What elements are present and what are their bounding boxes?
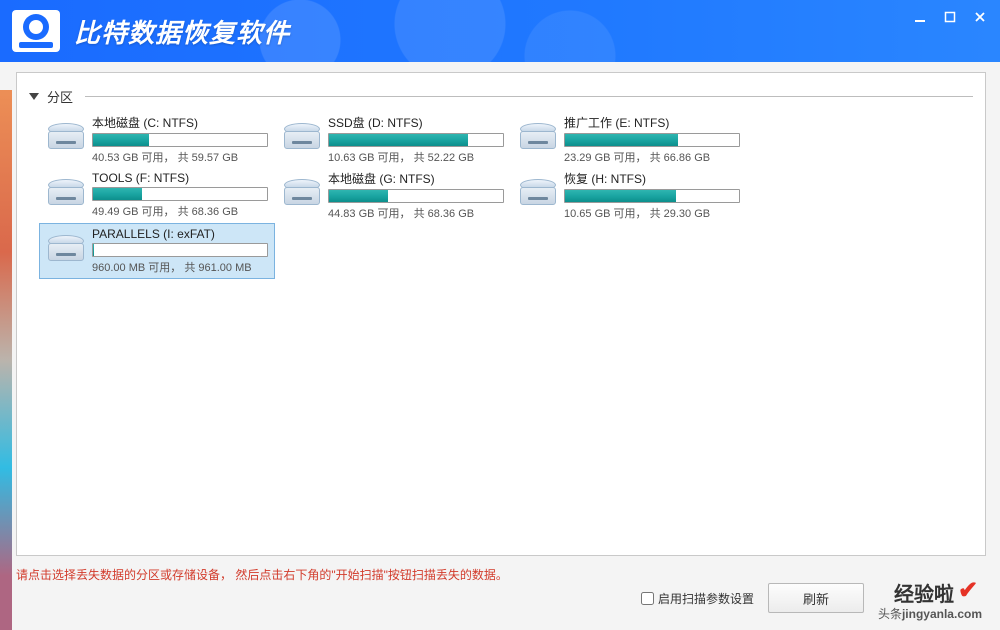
- scan-params-label: 启用扫描参数设置: [658, 590, 754, 607]
- window-controls: [906, 6, 994, 28]
- collapse-triangle-icon: [29, 93, 39, 100]
- drive-icon: [518, 123, 558, 155]
- main-panel: 分区 本地磁盘 (C: NTFS) 40.53 GB 可用， 共 59.57 GB…: [16, 72, 986, 556]
- drive-icon: [282, 123, 322, 155]
- drive-name: SSD盘 (D: NTFS): [328, 114, 504, 131]
- drive-capacity: 40.53 GB 可用， 共 59.57 GB: [92, 149, 268, 165]
- usage-bar: [564, 133, 740, 147]
- drive-name: TOOLS (F: NTFS): [92, 171, 268, 185]
- drive-icon: [46, 235, 86, 267]
- drive-item[interactable]: 恢复 (H: NTFS) 10.65 GB 可用， 共 29.30 GB: [511, 167, 747, 223]
- drive-capacity: 44.83 GB 可用， 共 68.36 GB: [328, 205, 504, 221]
- drive-item[interactable]: 本地磁盘 (C: NTFS) 40.53 GB 可用， 共 59.57 GB: [39, 111, 275, 167]
- usage-bar: [564, 189, 740, 203]
- titlebar: 比特数据恢复软件: [0, 0, 1000, 62]
- usage-bar: [92, 133, 268, 147]
- usage-bar: [92, 187, 268, 201]
- scan-params-checkbox[interactable]: 启用扫描参数设置: [641, 590, 754, 607]
- drive-item[interactable]: 推广工作 (E: NTFS) 23.29 GB 可用， 共 66.86 GB: [511, 111, 747, 167]
- section-header[interactable]: 分区: [29, 85, 973, 107]
- usage-bar: [92, 243, 268, 257]
- drive-name: PARALLELS (I: exFAT): [92, 227, 268, 241]
- usage-bar: [328, 189, 504, 203]
- drive-info: 本地磁盘 (C: NTFS) 40.53 GB 可用， 共 59.57 GB: [92, 114, 268, 165]
- scan-params-checkbox-input[interactable]: [641, 592, 654, 605]
- drive-icon: [282, 179, 322, 211]
- close-button[interactable]: [966, 6, 994, 28]
- divider: [85, 96, 973, 97]
- drive-icon: [46, 123, 86, 155]
- drive-name: 本地磁盘 (C: NTFS): [92, 114, 268, 131]
- drive-icon: [46, 179, 86, 211]
- drive-item[interactable]: 本地磁盘 (G: NTFS) 44.83 GB 可用， 共 68.36 GB: [275, 167, 511, 223]
- drive-grid: 本地磁盘 (C: NTFS) 40.53 GB 可用， 共 59.57 GB SSD…: [17, 107, 985, 291]
- drive-name: 推广工作 (E: NTFS): [564, 114, 740, 131]
- maximize-button[interactable]: [936, 6, 964, 28]
- drive-name: 恢复 (H: NTFS): [564, 170, 740, 187]
- app-logo: [12, 10, 60, 52]
- drive-item[interactable]: PARALLELS (I: exFAT) 960.00 MB 可用， 共 961.…: [39, 223, 275, 279]
- drive-capacity: 10.63 GB 可用， 共 52.22 GB: [328, 149, 504, 165]
- drive-capacity: 10.65 GB 可用， 共 29.30 GB: [564, 205, 740, 221]
- bottom-bar: 启用扫描参数设置 刷新 开始扫描: [16, 574, 986, 622]
- drive-name: 本地磁盘 (G: NTFS): [328, 170, 504, 187]
- section-title: 分区: [47, 87, 81, 106]
- drive-info: TOOLS (F: NTFS) 49.49 GB 可用， 共 68.36 GB: [92, 171, 268, 219]
- drive-capacity: 23.29 GB 可用， 共 66.86 GB: [564, 149, 740, 165]
- drive-item[interactable]: TOOLS (F: NTFS) 49.49 GB 可用， 共 68.36 GB: [39, 167, 275, 223]
- decorative-side-strip: [0, 90, 12, 630]
- drive-info: 本地磁盘 (G: NTFS) 44.83 GB 可用， 共 68.36 GB: [328, 170, 504, 221]
- app-title: 比特数据恢复软件: [74, 13, 290, 50]
- usage-bar: [328, 133, 504, 147]
- drive-capacity: 960.00 MB 可用， 共 961.00 MB: [92, 259, 268, 275]
- drive-item[interactable]: SSD盘 (D: NTFS) 10.63 GB 可用， 共 52.22 GB: [275, 111, 511, 167]
- drive-info: PARALLELS (I: exFAT) 960.00 MB 可用， 共 961.…: [92, 227, 268, 275]
- refresh-button[interactable]: 刷新: [768, 583, 864, 613]
- drive-info: 推广工作 (E: NTFS) 23.29 GB 可用， 共 66.86 GB: [564, 114, 740, 165]
- drive-capacity: 49.49 GB 可用， 共 68.36 GB: [92, 203, 268, 219]
- minimize-button[interactable]: [906, 6, 934, 28]
- drive-icon: [518, 179, 558, 211]
- drive-info: 恢复 (H: NTFS) 10.65 GB 可用， 共 29.30 GB: [564, 170, 740, 221]
- drive-info: SSD盘 (D: NTFS) 10.63 GB 可用， 共 52.22 GB: [328, 114, 504, 165]
